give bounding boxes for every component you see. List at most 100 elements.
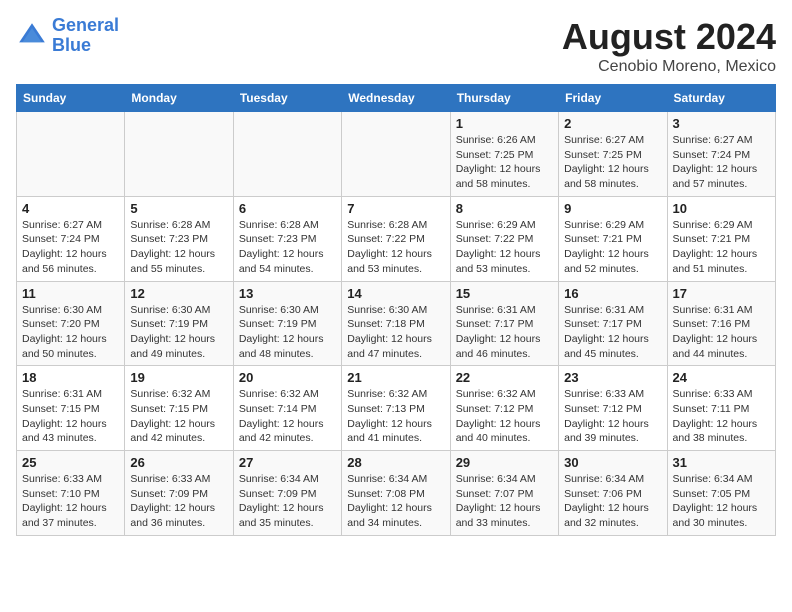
day-number: 11 bbox=[22, 286, 119, 301]
calendar-cell: 27Sunrise: 6:34 AMSunset: 7:09 PMDayligh… bbox=[233, 451, 341, 536]
calendar-cell bbox=[125, 112, 233, 197]
day-header-wednesday: Wednesday bbox=[342, 85, 450, 112]
day-info: Sunrise: 6:31 AMSunset: 7:15 PMDaylight:… bbox=[22, 387, 119, 446]
day-number: 20 bbox=[239, 370, 336, 385]
day-header-sunday: Sunday bbox=[17, 85, 125, 112]
day-info: Sunrise: 6:30 AMSunset: 7:19 PMDaylight:… bbox=[130, 303, 227, 362]
day-info: Sunrise: 6:30 AMSunset: 7:20 PMDaylight:… bbox=[22, 303, 119, 362]
logo-general: General bbox=[52, 15, 119, 35]
day-info: Sunrise: 6:34 AMSunset: 7:05 PMDaylight:… bbox=[673, 472, 770, 531]
calendar-cell: 4 Sunrise: 6:27 AMSunset: 7:24 PMDaylight… bbox=[17, 196, 125, 281]
calendar-week-row: 25Sunrise: 6:33 AMSunset: 7:10 PMDayligh… bbox=[17, 451, 776, 536]
calendar-cell: 6 Sunrise: 6:28 AMSunset: 7:23 PMDaylight… bbox=[233, 196, 341, 281]
calendar-cell: 23 Sunrise: 6:33 AMSunset: 7:12 PMDayligh… bbox=[559, 366, 667, 451]
calendar-header-row: SundayMondayTuesdayWednesdayThursdayFrid… bbox=[17, 85, 776, 112]
calendar-cell: 12 Sunrise: 6:30 AMSunset: 7:19 PMDayligh… bbox=[125, 281, 233, 366]
day-number: 25 bbox=[22, 455, 119, 470]
day-info: Sunrise: 6:34 AMSunset: 7:09 PMDaylight:… bbox=[239, 472, 336, 531]
day-info: Sunrise: 6:33 AMSunset: 7:11 PMDaylight:… bbox=[673, 387, 770, 446]
logo-icon bbox=[16, 20, 48, 52]
page-subtitle: Cenobio Moreno, Mexico bbox=[562, 58, 776, 76]
day-number: 5 bbox=[130, 201, 227, 216]
day-number: 9 bbox=[564, 201, 661, 216]
logo-blue: Blue bbox=[52, 35, 91, 55]
day-info: Sunrise: 6:32 AMSunset: 7:13 PMDaylight:… bbox=[347, 387, 444, 446]
day-number: 28 bbox=[347, 455, 444, 470]
day-header-tuesday: Tuesday bbox=[233, 85, 341, 112]
day-info: Sunrise: 6:33 AMSunset: 7:09 PMDaylight:… bbox=[130, 472, 227, 531]
day-info: Sunrise: 6:29 AMSunset: 7:22 PMDaylight:… bbox=[456, 218, 553, 277]
calendar-cell: 11 Sunrise: 6:30 AMSunset: 7:20 PMDayligh… bbox=[17, 281, 125, 366]
calendar-cell: 16Sunrise: 6:31 AMSunset: 7:17 PMDayligh… bbox=[559, 281, 667, 366]
calendar-cell: 8 Sunrise: 6:29 AMSunset: 7:22 PMDaylight… bbox=[450, 196, 558, 281]
day-number: 10 bbox=[673, 201, 770, 216]
day-number: 22 bbox=[456, 370, 553, 385]
calendar-cell: 20 Sunrise: 6:32 AMSunset: 7:14 PMDayligh… bbox=[233, 366, 341, 451]
day-number: 14 bbox=[347, 286, 444, 301]
title-block: August 2024 Cenobio Moreno, Mexico bbox=[562, 16, 776, 76]
day-info: Sunrise: 6:33 AMSunset: 7:12 PMDaylight:… bbox=[564, 387, 661, 446]
calendar-cell: 24 Sunrise: 6:33 AMSunset: 7:11 PMDayligh… bbox=[667, 366, 775, 451]
day-number: 6 bbox=[239, 201, 336, 216]
calendar-cell: 19 Sunrise: 6:32 AMSunset: 7:15 PMDayligh… bbox=[125, 366, 233, 451]
day-info: Sunrise: 6:27 AMSunset: 7:24 PMDaylight:… bbox=[22, 218, 119, 277]
calendar-cell: 17 Sunrise: 6:31 AMSunset: 7:16 PMDayligh… bbox=[667, 281, 775, 366]
logo-text: General Blue bbox=[52, 16, 119, 56]
day-number: 12 bbox=[130, 286, 227, 301]
calendar-cell: 15 Sunrise: 6:31 AMSunset: 7:17 PMDayligh… bbox=[450, 281, 558, 366]
calendar-cell: 25Sunrise: 6:33 AMSunset: 7:10 PMDayligh… bbox=[17, 451, 125, 536]
calendar-cell: 13 Sunrise: 6:30 AMSunset: 7:19 PMDayligh… bbox=[233, 281, 341, 366]
day-number: 2 bbox=[564, 116, 661, 131]
day-number: 7 bbox=[347, 201, 444, 216]
day-info: Sunrise: 6:30 AMSunset: 7:19 PMDaylight:… bbox=[239, 303, 336, 362]
page-header: General Blue August 2024 Cenobio Moreno,… bbox=[16, 16, 776, 76]
day-info: Sunrise: 6:28 AMSunset: 7:23 PMDaylight:… bbox=[130, 218, 227, 277]
calendar-cell: 22Sunrise: 6:32 AMSunset: 7:12 PMDayligh… bbox=[450, 366, 558, 451]
calendar-cell: 31 Sunrise: 6:34 AMSunset: 7:05 PMDayligh… bbox=[667, 451, 775, 536]
day-number: 13 bbox=[239, 286, 336, 301]
day-info: Sunrise: 6:34 AMSunset: 7:07 PMDaylight:… bbox=[456, 472, 553, 531]
day-number: 29 bbox=[456, 455, 553, 470]
calendar-week-row: 18 Sunrise: 6:31 AMSunset: 7:15 PMDayligh… bbox=[17, 366, 776, 451]
day-info: Sunrise: 6:32 AMSunset: 7:15 PMDaylight:… bbox=[130, 387, 227, 446]
day-number: 15 bbox=[456, 286, 553, 301]
day-info: Sunrise: 6:29 AMSunset: 7:21 PMDaylight:… bbox=[673, 218, 770, 277]
day-header-saturday: Saturday bbox=[667, 85, 775, 112]
calendar-body: 1Sunrise: 6:26 AMSunset: 7:25 PMDaylight… bbox=[17, 112, 776, 536]
day-number: 26 bbox=[130, 455, 227, 470]
day-number: 30 bbox=[564, 455, 661, 470]
day-info: Sunrise: 6:32 AMSunset: 7:14 PMDaylight:… bbox=[239, 387, 336, 446]
day-info: Sunrise: 6:30 AMSunset: 7:18 PMDaylight:… bbox=[347, 303, 444, 362]
day-number: 23 bbox=[564, 370, 661, 385]
calendar-cell: 29 Sunrise: 6:34 AMSunset: 7:07 PMDayligh… bbox=[450, 451, 558, 536]
day-number: 4 bbox=[22, 201, 119, 216]
day-info: Sunrise: 6:34 AMSunset: 7:06 PMDaylight:… bbox=[564, 472, 661, 531]
calendar-cell: 18 Sunrise: 6:31 AMSunset: 7:15 PMDayligh… bbox=[17, 366, 125, 451]
calendar-cell: 10 Sunrise: 6:29 AMSunset: 7:21 PMDayligh… bbox=[667, 196, 775, 281]
calendar-cell: 30 Sunrise: 6:34 AMSunset: 7:06 PMDayligh… bbox=[559, 451, 667, 536]
day-number: 31 bbox=[673, 455, 770, 470]
calendar-cell: 5 Sunrise: 6:28 AMSunset: 7:23 PMDaylight… bbox=[125, 196, 233, 281]
day-number: 19 bbox=[130, 370, 227, 385]
day-number: 24 bbox=[673, 370, 770, 385]
day-number: 18 bbox=[22, 370, 119, 385]
day-number: 3 bbox=[673, 116, 770, 131]
calendar-cell: 2 Sunrise: 6:27 AMSunset: 7:25 PMDaylight… bbox=[559, 112, 667, 197]
calendar-cell: 28 Sunrise: 6:34 AMSunset: 7:08 PMDayligh… bbox=[342, 451, 450, 536]
day-number: 8 bbox=[456, 201, 553, 216]
calendar-cell: 7 Sunrise: 6:28 AMSunset: 7:22 PMDaylight… bbox=[342, 196, 450, 281]
page-title: August 2024 bbox=[562, 16, 776, 58]
day-info: Sunrise: 6:34 AMSunset: 7:08 PMDaylight:… bbox=[347, 472, 444, 531]
day-info: Sunrise: 6:31 AMSunset: 7:16 PMDaylight:… bbox=[673, 303, 770, 362]
logo: General Blue bbox=[16, 16, 119, 56]
day-info: Sunrise: 6:28 AMSunset: 7:22 PMDaylight:… bbox=[347, 218, 444, 277]
day-info: Sunrise: 6:31 AMSunset: 7:17 PMDaylight:… bbox=[456, 303, 553, 362]
day-info: Sunrise: 6:28 AMSunset: 7:23 PMDaylight:… bbox=[239, 218, 336, 277]
calendar-cell: 3Sunrise: 6:27 AMSunset: 7:24 PMDaylight… bbox=[667, 112, 775, 197]
calendar-week-row: 4 Sunrise: 6:27 AMSunset: 7:24 PMDaylight… bbox=[17, 196, 776, 281]
day-header-monday: Monday bbox=[125, 85, 233, 112]
calendar-cell: 21Sunrise: 6:32 AMSunset: 7:13 PMDayligh… bbox=[342, 366, 450, 451]
day-number: 17 bbox=[673, 286, 770, 301]
day-info: Sunrise: 6:27 AMSunset: 7:25 PMDaylight:… bbox=[564, 133, 661, 192]
calendar-week-row: 1Sunrise: 6:26 AMSunset: 7:25 PMDaylight… bbox=[17, 112, 776, 197]
